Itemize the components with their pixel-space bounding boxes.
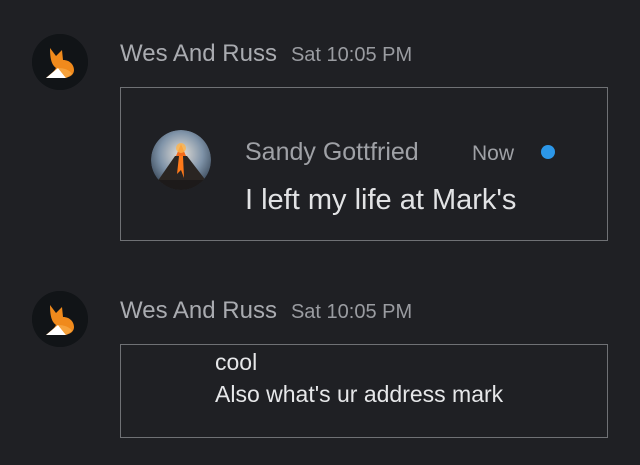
volcano-avatar-icon — [151, 130, 211, 190]
quoted-avatar[interactable] — [151, 130, 211, 190]
quoted-sender-name[interactable]: Sandy Gottfried — [245, 138, 419, 167]
message-1: Wes And Russ Sat 10:05 PM Sandy Gottfrie… — [0, 0, 640, 250]
sender-avatar[interactable] — [32, 34, 88, 90]
message-2: Wes And Russ Sat 10:05 PM cool Also what'… — [0, 250, 640, 465]
sender-header: Wes And Russ Sat 10:05 PM — [120, 297, 412, 325]
fox-logo-icon — [32, 34, 88, 90]
message-line: Also what's ur address mark — [215, 381, 504, 407]
unread-dot-icon — [541, 145, 555, 159]
fox-logo-icon — [32, 291, 88, 347]
message-time: Sat 10:05 PM — [290, 301, 413, 323]
sender-header: Wes And Russ Sat 10:05 PM — [120, 40, 412, 68]
sender-name[interactable]: Wes And Russ — [120, 297, 277, 324]
message-line: cool — [215, 349, 258, 375]
message-time: Sat 10:05 PM — [290, 44, 413, 66]
message-body-box[interactable]: cool Also what's ur address mark — [120, 344, 608, 438]
quoted-message-box[interactable]: Sandy Gottfried Now I left my life at Ma… — [120, 87, 608, 241]
quoted-time: Now — [472, 142, 515, 165]
sender-avatar[interactable] — [32, 291, 88, 347]
sender-name[interactable]: Wes And Russ — [120, 40, 277, 67]
quoted-message-text: I left my life at Mark's — [245, 184, 517, 216]
